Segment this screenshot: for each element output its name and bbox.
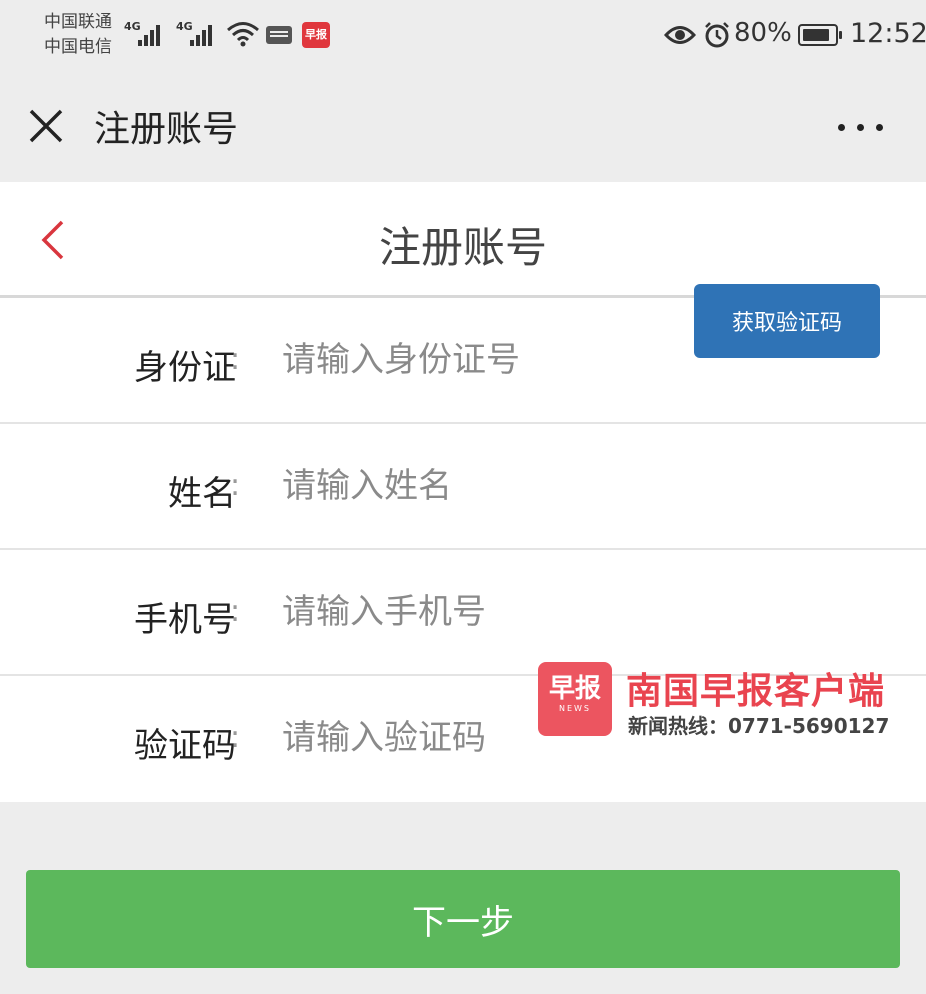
status-bar: 中国联通 中国电信 4G 4G 早报 80% 12:52 [0, 0, 926, 70]
form-row-name: 姓名 : [0, 424, 926, 550]
watermark-logo-text: 早报 [548, 674, 601, 704]
carrier-2: 中国电信 [44, 37, 112, 57]
carrier-info: 中国联通 中国电信 [44, 10, 112, 60]
watermark: 早报 NEWS 南国早报客户端 新闻热线：0771-5690127 [538, 662, 926, 742]
name-colon: : [230, 468, 241, 503]
keyboard-icon [266, 26, 292, 44]
watermark-name: 南国早报客户端 [626, 671, 886, 712]
watermark-logo-sub: NEWS [558, 704, 592, 713]
name-input[interactable] [282, 458, 662, 514]
webview-title: 注册账号 [94, 109, 239, 150]
battery-icon [798, 24, 842, 46]
battery-percent: 80% [734, 18, 792, 48]
phone-colon: : [230, 594, 241, 629]
id-card-input[interactable] [282, 332, 662, 388]
more-icon[interactable] [836, 112, 886, 142]
verify-code-colon: : [230, 720, 241, 755]
app-notification-icon: 早报 [302, 22, 330, 48]
page-header: 注册账号 [0, 182, 926, 298]
id-card-label: 身份证 [134, 348, 236, 388]
next-step-button[interactable]: 下一步 [26, 870, 900, 968]
verify-code-label: 验证码 [134, 726, 236, 766]
alarm-icon [705, 22, 729, 48]
webview-title-bar: 注册账号 [0, 70, 926, 182]
clock: 12:52 [850, 18, 926, 49]
carrier-1: 中国联通 [44, 12, 112, 32]
id-card-colon: : [230, 342, 241, 377]
phone-label: 手机号 [134, 600, 236, 640]
page-title: 注册账号 [378, 223, 547, 272]
watermark-hotline: 新闻热线：0771-5690127 [628, 714, 890, 738]
close-icon[interactable] [26, 106, 66, 146]
name-label: 姓名 [168, 474, 236, 514]
get-verify-code-button[interactable]: 获取验证码 [694, 284, 880, 358]
form-row-phone: 手机号 : [0, 550, 926, 676]
wifi-icon [227, 22, 259, 47]
phone-input[interactable] [282, 584, 662, 640]
watermark-logo: 早报 NEWS [538, 662, 612, 736]
eye-icon [664, 26, 696, 44]
